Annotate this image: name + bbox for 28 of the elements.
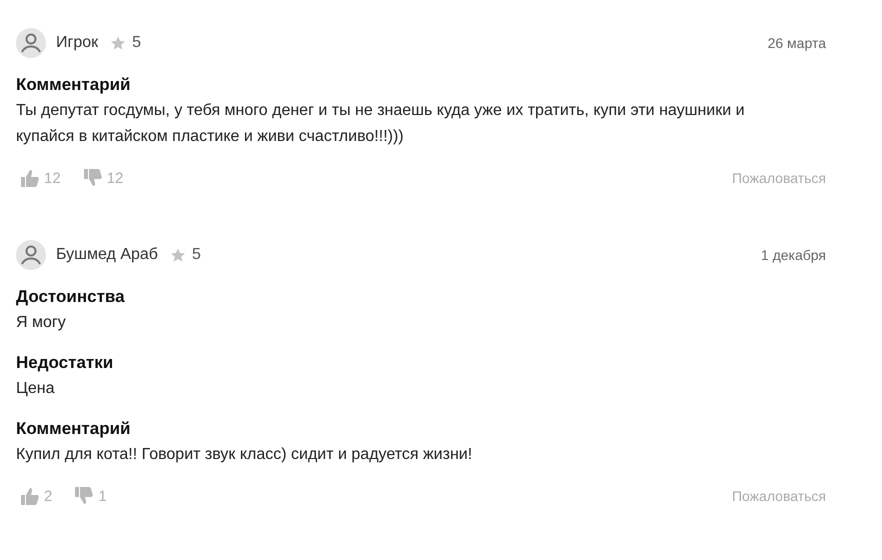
dislike-button[interactable]: 1: [74, 486, 107, 506]
review-date: 1 декабря: [760, 247, 826, 263]
section-text: Я могу: [16, 313, 67, 333]
like-button[interactable]: 2: [20, 486, 52, 506]
like-button[interactable]: 12: [20, 168, 61, 188]
thumbs-down-icon: [74, 486, 94, 506]
thumbs-up-icon: [20, 486, 40, 506]
author-name: Бушмед Араб: [56, 246, 158, 264]
section-title: Комментарий: [16, 418, 132, 440]
author-name: Игрок: [56, 34, 98, 52]
rating-value: 5: [192, 246, 201, 264]
avatar-icon: [16, 240, 46, 270]
section-title: Комментарий: [16, 74, 132, 96]
thumbs-down-icon: [82, 168, 103, 188]
star-icon: [110, 35, 126, 51]
dislike-button[interactable]: 12: [82, 168, 124, 188]
thumbs-up-icon: [20, 168, 40, 188]
section-text: Ты депутат госдумы, у тебя много денег и ты не знаешь куда уже их тратить, купи эти наушники и купайся в китайском пластике и живи счастливо!!!))): [16, 101, 746, 147]
avatar-icon: [16, 28, 46, 58]
star-icon: [170, 247, 186, 263]
report-link[interactable]: Пожаловаться: [732, 488, 826, 504]
report-link[interactable]: Пожаловаться: [732, 170, 826, 186]
section-text: Купил для кота!! Говорит звук класс) сидит и радуется жизни!: [16, 445, 474, 465]
section-title: Достоинства: [16, 286, 126, 308]
rating-value: 5: [132, 34, 142, 52]
review-date: 26 марта: [768, 35, 826, 51]
section-text: Цена: [16, 379, 56, 399]
section-title: Недостатки: [16, 352, 114, 374]
